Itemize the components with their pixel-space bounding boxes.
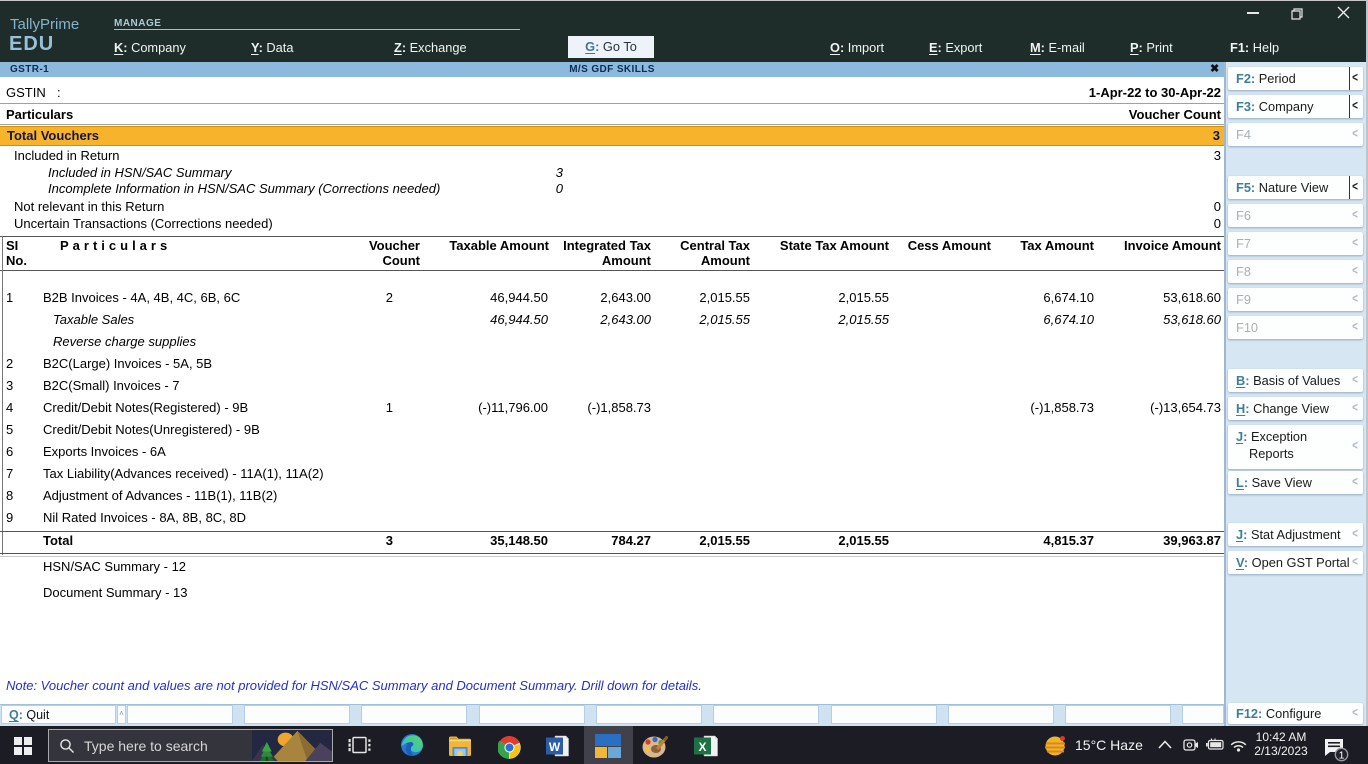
svg-text:W: W: [549, 740, 561, 754]
svg-text:X: X: [698, 740, 706, 754]
svg-text:1: 1: [1339, 750, 1345, 762]
